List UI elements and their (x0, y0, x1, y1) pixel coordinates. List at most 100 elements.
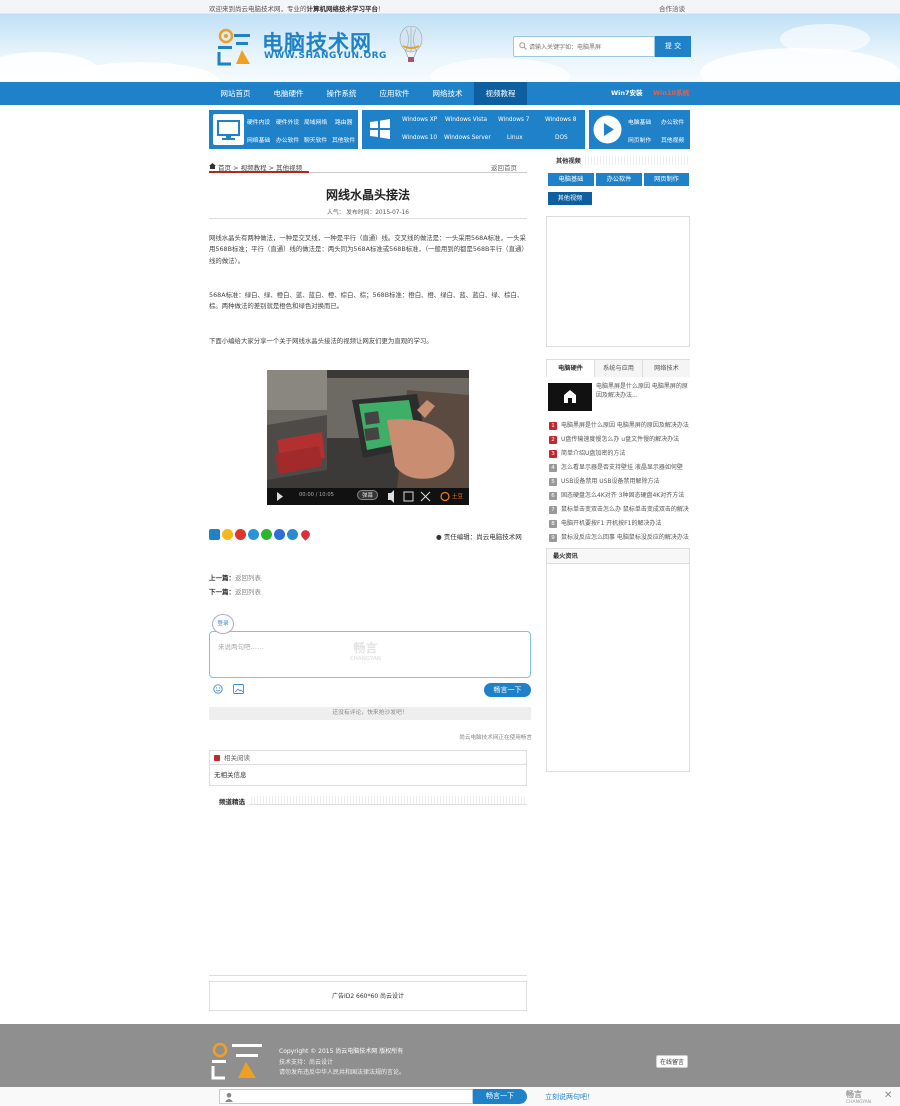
list-item[interactable]: 3 简单介绍U盘加密的方法 (549, 448, 689, 458)
subnav-link[interactable]: 网络基础 (247, 135, 270, 144)
image-upload-icon[interactable] (233, 684, 244, 694)
comment-submit-button[interactable]: 畅言一下 (484, 683, 531, 697)
ad-banner[interactable]: 广告ID2 660*60 尚云设计 (209, 981, 527, 1011)
tag-other-videos[interactable]: 其他视频 (548, 192, 592, 205)
list-item[interactable]: 1 电脑黑屏是什么原因 电脑黑屏的原因及解决办法 (549, 420, 689, 430)
next-article-link[interactable]: 返回列表 (235, 588, 261, 596)
subnav-hardware: 硬件内设 硬件外设 局域网络 路由器 网络基础 办公软件 聊天软件 其他软件 (209, 110, 358, 149)
subnav-link[interactable]: 聊天软件 (304, 135, 327, 144)
changyan-watermark: 畅言 CHANGYAN (350, 641, 382, 662)
nav-video[interactable]: 视频教程 (474, 82, 527, 105)
subnav-link[interactable]: Linux (507, 135, 523, 141)
subnav-link[interactable]: Windows XP (402, 117, 437, 123)
video-player[interactable]: 00:00 / 10:05 弹幕 土豆 (267, 370, 469, 505)
quick-comment-button[interactable]: 畅言一下 (473, 1089, 527, 1104)
tab-network[interactable]: 网络技术 (643, 360, 690, 377)
list-item[interactable]: 5 USB设备禁用 USB设备禁用解除方法 (549, 476, 689, 486)
article-paragraph: 568A标准：绿白、绿、橙白、蓝、蓝白、橙、棕白、棕；568B标准：橙白、橙、绿… (209, 291, 524, 311)
monitor-icon (213, 114, 244, 145)
video-time: 00:00 / 10:05 (299, 492, 334, 498)
subnav-link[interactable]: Windows 7 (498, 117, 529, 123)
share-qzone-icon[interactable] (222, 529, 233, 540)
list-item[interactable]: 6 固态硬盘怎么4K对齐 3种固态硬盘4K对齐方法 (549, 490, 689, 500)
tag-web-design[interactable]: 网页制作 (644, 173, 689, 186)
back-home-link[interactable]: 返回首页 (491, 162, 517, 172)
online-message-button[interactable]: 在线留言 (656, 1055, 688, 1068)
quick-comment-input[interactable] (219, 1089, 473, 1104)
tag-office-software[interactable]: 办公软件 (596, 173, 642, 186)
subnav-link[interactable]: 硬件内设 (247, 117, 270, 126)
subnav-link[interactable]: 其他视频 (661, 135, 684, 144)
changyan-logo: 畅言 CHANGYAN (846, 1090, 872, 1105)
channel-featured-header: 频道精选 (209, 796, 527, 806)
video-frame (267, 370, 469, 505)
prev-article: 上一篇：返回列表 (209, 574, 261, 582)
list-item[interactable]: 9 鼠标没反应怎么回事 电脑鼠标没反应的解决办法 (549, 532, 689, 542)
bullet-icon: ● (436, 533, 444, 541)
share-qq-icon[interactable] (287, 529, 298, 540)
share-favorite-icon[interactable] (299, 528, 312, 541)
site-logo-icon[interactable] (214, 26, 254, 68)
main-nav: 网站首页 电脑硬件 操作系统 应用软件 网络技术 视频教程 Win7安装 Win… (0, 82, 900, 105)
share-weibo-icon[interactable] (235, 529, 246, 540)
article-thumbnail[interactable] (548, 383, 592, 411)
cooperation-link[interactable]: 合作洽谈 (659, 3, 685, 13)
tab-system-apps[interactable]: 系统与应用 (595, 360, 643, 377)
comment-now-link[interactable]: 立刻说两句吧！ (545, 1092, 594, 1102)
breadcrumb: 首页 > 视频教程 > 其他视频 返回首页 (209, 160, 527, 173)
subnav-link[interactable]: 电脑基础 (628, 117, 651, 126)
nav-os[interactable]: 操作系统 (315, 82, 368, 105)
changyan-powered: 尚云电脑技术网正在使用畅言 (459, 735, 532, 741)
subnav-link[interactable]: 其他软件 (332, 135, 355, 144)
subnav-link[interactable]: Windows Server (444, 135, 491, 141)
nav-network[interactable]: 网络技术 (421, 82, 474, 105)
comment-empty-notice: 还没有评论，快来抢沙发吧！ (209, 707, 531, 720)
nav-software[interactable]: 应用软件 (368, 82, 421, 105)
bullet-toggle-button[interactable]: 弹幕 (357, 490, 379, 500)
footer-copyright: Copyright © 2015 尚云电脑技术网 版权所有 (279, 1048, 404, 1055)
nav-win10[interactable]: Win10系统 (653, 82, 689, 105)
list-item[interactable]: 8 电脑开机要按F1 开机按F1的解决办法 (549, 518, 689, 528)
prev-article-link[interactable]: 返回列表 (235, 574, 261, 582)
subnav-link[interactable]: 办公软件 (276, 135, 299, 144)
close-icon[interactable]: ✕ (884, 1090, 892, 1101)
search-input[interactable] (529, 40, 653, 54)
share-wechat-icon[interactable] (261, 529, 272, 540)
nav-win7-install[interactable]: Win7安装 (611, 82, 643, 105)
list-item[interactable]: 7 鼠标单击变双击怎么办 鼠标单击变成双击的解决 (549, 504, 689, 514)
search-box (513, 36, 655, 57)
comment-box[interactable]: 来说两句吧…… 畅言 CHANGYAN (209, 631, 531, 678)
nav-hardware[interactable]: 电脑硬件 (262, 82, 315, 105)
share-tencent-weibo-icon[interactable] (248, 529, 259, 540)
subnav-link[interactable]: 网页制作 (628, 135, 651, 144)
list-item[interactable]: 4 怎么看显示器是否支持壁挂 液晶显示器如何壁 (549, 462, 689, 472)
subnav-link[interactable]: DOS (555, 135, 568, 141)
subnav-link[interactable]: Windows Vista (445, 117, 487, 123)
nav-home[interactable]: 网站首页 (209, 82, 262, 105)
subnav-link[interactable]: 办公软件 (661, 117, 684, 126)
related-reading: 相关阅读 无相关信息 (209, 750, 527, 786)
emoji-icon[interactable] (213, 684, 223, 694)
rss-icon (214, 755, 220, 761)
list-item[interactable]: 2 U盘传输速度慢怎么办 u盘文件慢的解决办法 (549, 434, 689, 444)
article-paragraph: 下面小编给大家分享一个关于网线水晶头接法的视频让网友们更为直观的学习。 (209, 337, 433, 345)
subnav-link[interactable]: Windows 10 (402, 135, 437, 141)
search-submit-button[interactable]: 提 交 (655, 36, 691, 57)
related-empty: 无相关信息 (214, 771, 247, 779)
subnav-link[interactable]: 路由器 (335, 117, 352, 126)
tab-hardware[interactable]: 电脑硬件 (547, 360, 595, 377)
top-article-link[interactable]: 电脑黑屏是什么原因 电脑黑屏的原因及解决办法... (596, 382, 688, 400)
share-baidu-icon[interactable] (274, 529, 285, 540)
login-button[interactable]: 登录 (212, 614, 234, 634)
sidebar-tabs: 电脑硬件 系统与应用 网络技术 (546, 359, 690, 377)
tag-computer-basics[interactable]: 电脑基础 (548, 173, 594, 186)
share-more-icon[interactable] (209, 529, 220, 540)
header: 电脑技术网 WWW.SHANGYUN.ORG 提 交 (0, 14, 900, 82)
video-brand: 土豆 (452, 494, 464, 500)
welcome-text: 欢迎来到尚云电脑技术网，专业的计算机网络技术学习平台！ (209, 5, 385, 13)
top-bar: 欢迎来到尚云电脑技术网，专业的计算机网络技术学习平台！ 合作洽谈 (0, 0, 900, 14)
subnav-link[interactable]: 硬件外设 (276, 117, 299, 126)
subnav-link[interactable]: 局域网络 (304, 117, 327, 126)
subnav-link[interactable]: Windows 8 (545, 117, 576, 123)
hot-news-title: 最火资讯 (547, 549, 689, 564)
